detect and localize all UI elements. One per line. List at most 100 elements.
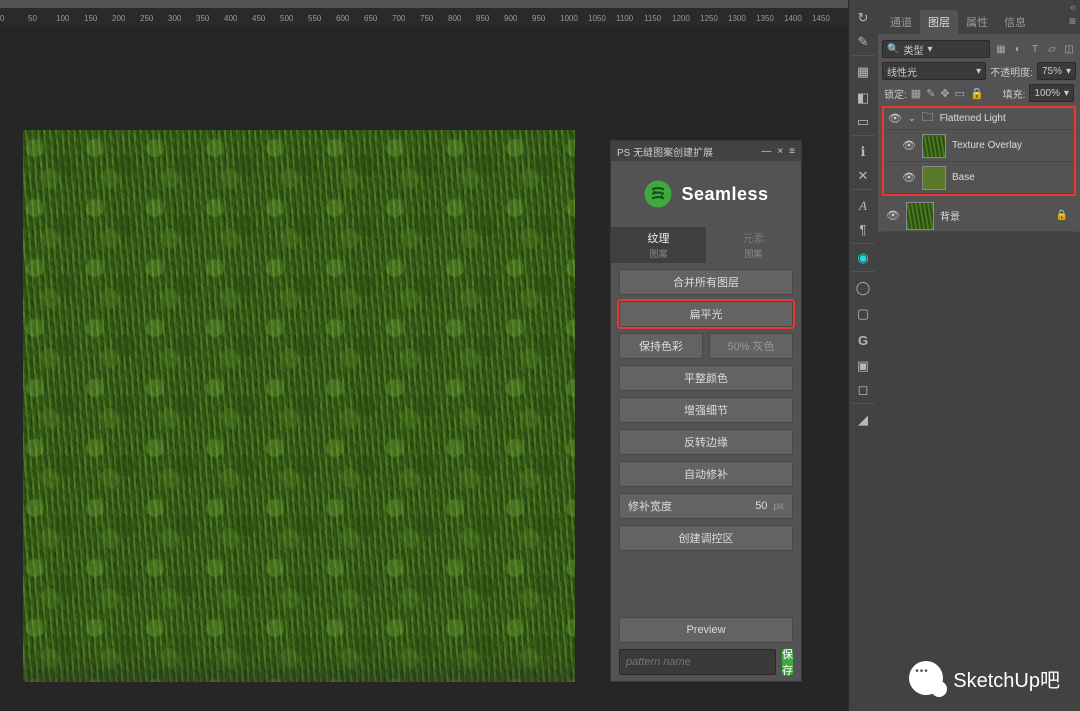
panel-menu-icon[interactable]: ≡: [1069, 14, 1076, 28]
folder-icon: 🗀: [922, 108, 934, 129]
preview-button[interactable]: Preview: [619, 617, 793, 643]
plugin-icon[interactable]: ◉: [851, 248, 875, 272]
pattern-name-input[interactable]: [619, 649, 776, 675]
gray-50-button[interactable]: 50% 灰色: [709, 333, 793, 359]
ruler-tick: 600: [336, 14, 349, 23]
lock-move-icon[interactable]: ✥: [940, 87, 949, 100]
lock-pixels-icon[interactable]: ▦: [911, 87, 921, 100]
type-icon[interactable]: A: [851, 194, 875, 218]
flatten-light-button[interactable]: 扁平光: [619, 301, 793, 327]
filter-type-icon[interactable]: T: [1028, 42, 1042, 56]
expand-icon[interactable]: ⌄: [908, 113, 916, 124]
lock-all-icon[interactable]: 🔒: [970, 87, 984, 100]
panel-header[interactable]: PS 无缝图案创建扩展 — × ≡: [611, 141, 801, 161]
ruler-tick: 300: [168, 14, 181, 23]
ruler-tick: 350: [196, 14, 209, 23]
tab-texture[interactable]: 纹理 图案: [611, 227, 706, 263]
ruler-tick: 750: [420, 14, 433, 23]
adjust-icon[interactable]: ◧: [851, 86, 875, 110]
swatch-icon[interactable]: ▦: [851, 60, 875, 84]
filter-type-dropdown[interactable]: 🔍类型▾: [882, 40, 990, 58]
ruler-tick: 100: [56, 14, 69, 23]
lock-artboard-icon[interactable]: ▭: [955, 87, 965, 100]
tab-properties[interactable]: 属性: [958, 10, 996, 34]
ruler-tick: 900: [504, 14, 517, 23]
close-icon[interactable]: ×: [777, 146, 783, 157]
visibility-icon[interactable]: 👁: [886, 209, 900, 222]
ruler-tick: 1300: [728, 14, 746, 23]
visibility-icon[interactable]: 👁: [902, 139, 916, 152]
smooth-color-button[interactable]: 平整颜色: [619, 365, 793, 391]
ruler-tick: 50: [28, 14, 37, 23]
layer-list-highlighted: 👁 ⌄ 🗀 Flattened Light 👁 Texture Overlay …: [882, 106, 1076, 196]
panel-title: PS 无缝图案创建扩展: [617, 144, 713, 159]
repair-width-value: 50: [755, 500, 767, 512]
ruler-tick: 950: [532, 14, 545, 23]
ruler-tick: 1350: [756, 14, 774, 23]
tab-elements[interactable]: 元素 图案: [706, 227, 801, 263]
layer-group[interactable]: 👁 ⌄ 🗀 Flattened Light: [884, 108, 1074, 130]
brush-icon[interactable]: ✎: [851, 32, 875, 56]
tools-icon[interactable]: ✕: [851, 166, 875, 190]
artboard-icon[interactable]: ◻: [851, 380, 875, 404]
seamless-logo: Seamless: [611, 161, 801, 227]
history-icon[interactable]: ↻: [851, 6, 875, 30]
layer-comp-icon[interactable]: ▣: [851, 354, 875, 378]
invert-edge-button[interactable]: 反转边缘: [619, 429, 793, 455]
ruler-tick: 650: [364, 14, 377, 23]
ruler-tick: 150: [84, 14, 97, 23]
repair-width-row[interactable]: 修补宽度 50 px: [619, 493, 793, 519]
opacity-input[interactable]: 75%▾: [1037, 62, 1076, 80]
layers-panel: « 通道 图层 属性 信息 ≡ 🔍类型▾ ▦ ◐ T ▱ ◫ 线性光▾ 不透明度…: [878, 0, 1080, 711]
layer-thumbnail: [922, 134, 946, 158]
nav-icon[interactable]: ◯: [851, 276, 875, 300]
tab-info[interactable]: 信息: [996, 10, 1034, 34]
auto-repair-button[interactable]: 自动修补: [619, 461, 793, 487]
ruler-tick: 550: [308, 14, 321, 23]
note-icon[interactable]: ▢: [851, 302, 875, 326]
ruler-tick: 250: [140, 14, 153, 23]
paragraph-icon[interactable]: ¶: [851, 220, 875, 244]
tab-channels[interactable]: 通道: [882, 10, 920, 34]
filter-shape-icon[interactable]: ▱: [1045, 42, 1059, 56]
info-icon[interactable]: ℹ: [851, 140, 875, 164]
g-icon[interactable]: G: [851, 328, 875, 352]
keep-color-button[interactable]: 保持色彩: [619, 333, 703, 359]
lock-brush-icon[interactable]: ✎: [926, 87, 935, 100]
create-adjustment-button[interactable]: 创建调控区: [619, 525, 793, 551]
ruler-tick: 500: [280, 14, 293, 23]
ruler-tick: 1250: [700, 14, 718, 23]
visibility-icon[interactable]: 👁: [888, 112, 902, 125]
filter-smart-icon[interactable]: ◫: [1062, 42, 1076, 56]
filter-adjust-icon[interactable]: ◐: [1011, 42, 1025, 56]
layer-item[interactable]: 👁 Base: [884, 162, 1074, 194]
ruler-tick: 1400: [784, 14, 802, 23]
ruler-tick: 700: [392, 14, 405, 23]
blend-mode-dropdown[interactable]: 线性光▾: [882, 62, 986, 80]
library-icon[interactable]: ▭: [851, 112, 875, 136]
filter-pixel-icon[interactable]: ▦: [994, 42, 1008, 56]
layer-item[interactable]: 👁 Texture Overlay: [884, 130, 1074, 162]
document-image[interactable]: [23, 130, 575, 682]
repair-width-label: 修补宽度: [628, 498, 749, 514]
layer-background[interactable]: 👁 背景 🔒: [882, 200, 1076, 232]
lock-icon: 🔒: [1056, 210, 1072, 221]
layer-thumbnail: [922, 166, 946, 190]
merge-all-button[interactable]: 合并所有图层: [619, 269, 793, 295]
ruler-tick: 1000: [560, 14, 578, 23]
watermark: SketchUp吧: [909, 661, 1060, 695]
repair-width-unit: px: [773, 501, 784, 512]
save-button[interactable]: 保存: [782, 649, 793, 675]
visibility-icon[interactable]: 👁: [902, 171, 916, 184]
tab-layers[interactable]: 图层: [920, 10, 958, 34]
bucket-icon[interactable]: ◢: [851, 408, 875, 432]
lock-label: 锁定:: [884, 86, 907, 101]
collapse-icon[interactable]: «: [1070, 2, 1076, 14]
fill-input[interactable]: 100%▾: [1029, 84, 1074, 102]
minimize-icon[interactable]: —: [761, 146, 771, 157]
ruler-tick: 400: [224, 14, 237, 23]
menu-icon[interactable]: ≡: [789, 146, 795, 157]
enhance-detail-button[interactable]: 增强细节: [619, 397, 793, 423]
tab-row: 纹理 图案 元素 图案: [611, 227, 801, 263]
ruler-tick: 1100: [616, 14, 633, 23]
